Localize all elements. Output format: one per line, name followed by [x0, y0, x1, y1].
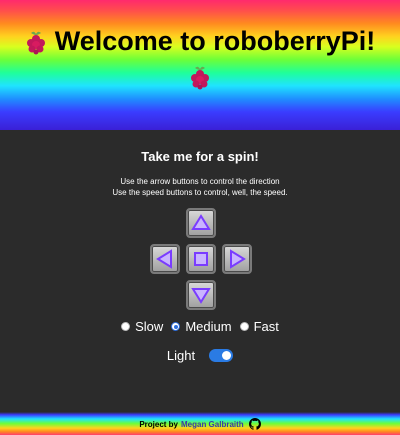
up-arrow-icon [191, 214, 211, 230]
up-button[interactable] [186, 208, 216, 238]
down-arrow-icon [191, 288, 211, 304]
toggle-knob [222, 351, 232, 360]
title-row: Welcome to roboberryPi! [0, 26, 400, 57]
radio-slow[interactable] [121, 322, 131, 331]
github-icon[interactable] [248, 418, 261, 430]
right-button[interactable] [222, 244, 252, 274]
stop-icon [194, 252, 208, 266]
instruction-speed: Use the speed buttons to control, well, … [112, 188, 288, 197]
speed-option-medium[interactable]: Medium [171, 319, 232, 334]
speed-label-slow: Slow [135, 319, 164, 334]
raspberry-icon [25, 29, 47, 55]
main-panel: Take me for a spin! Use the arrow button… [0, 130, 400, 412]
stop-button[interactable] [186, 244, 216, 274]
footer: Project by Megan Galbraith [0, 412, 400, 435]
footer-prefix: Project by [139, 419, 178, 429]
author-link[interactable]: Megan Galbraith [181, 420, 244, 429]
down-button[interactable] [186, 280, 216, 310]
light-control: Light [0, 348, 400, 363]
radio-medium[interactable] [171, 322, 181, 331]
instructions: Use the arrow buttons to control the dir… [0, 176, 400, 198]
raspberry-icon [189, 64, 211, 90]
speed-label-medium: Medium [185, 319, 232, 334]
radio-fast[interactable] [239, 322, 249, 331]
right-arrow-icon [230, 249, 246, 269]
light-toggle[interactable] [209, 349, 234, 362]
left-arrow-icon [156, 249, 172, 269]
speed-option-slow[interactable]: Slow [121, 319, 163, 334]
light-label: Light [166, 348, 196, 363]
left-button[interactable] [150, 244, 180, 274]
footer-credit: Project by Megan Galbraith [0, 418, 400, 430]
speed-selector: Slow Medium Fast [0, 319, 400, 334]
subtitle: Take me for a spin! [141, 149, 259, 164]
instruction-direction: Use the arrow buttons to control the dir… [120, 177, 280, 186]
speed-label-fast: Fast [253, 319, 279, 334]
speed-option-fast[interactable]: Fast [239, 319, 279, 334]
header: Welcome to roboberryPi! [0, 0, 400, 130]
page-title: Welcome to roboberryPi! [54, 26, 376, 56]
